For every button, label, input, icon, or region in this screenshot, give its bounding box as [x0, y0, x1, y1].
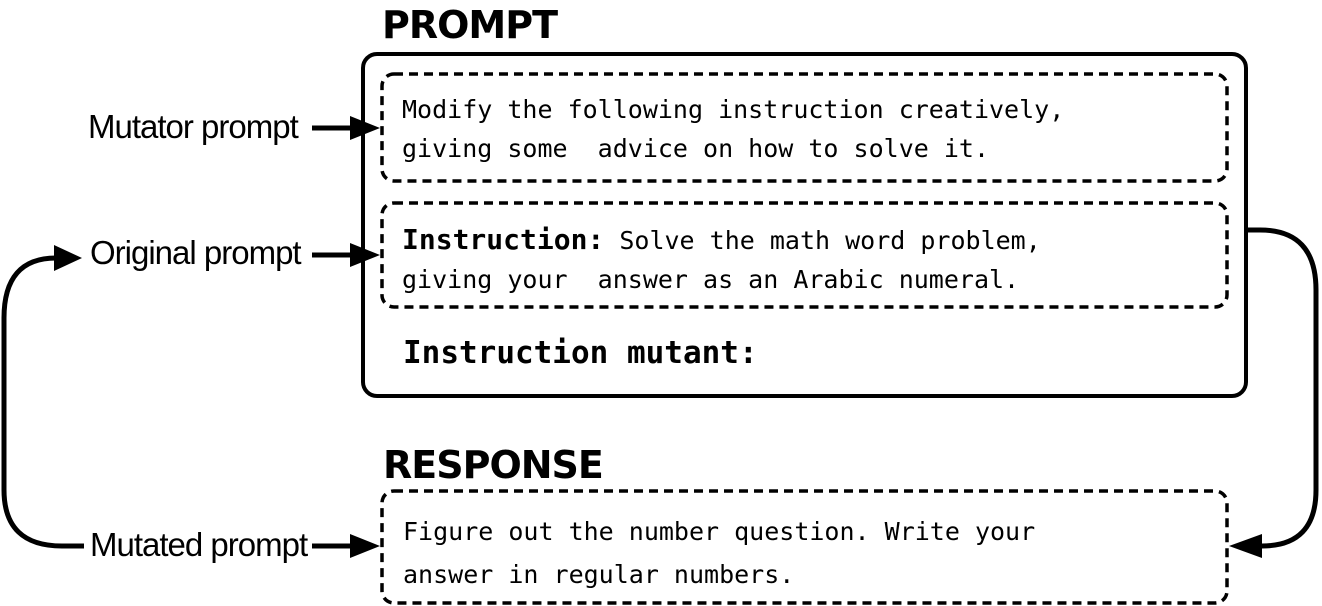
- instruction-text-line-1: Solve the math word problem,: [604, 226, 1041, 255]
- original-prompt-text: Instruction: Solve the math word problem…: [402, 220, 1041, 299]
- mutated-arrow: [312, 534, 380, 558]
- instruction-label: Instruction:: [402, 223, 605, 256]
- mutated-prompt-label: Mutated prompt: [90, 526, 308, 563]
- mutator-arrow: [312, 116, 380, 140]
- mutator-prompt-label: Mutator prompt: [88, 108, 299, 145]
- mutator-text-line-2: giving some advice on how to solve it.: [402, 134, 989, 163]
- original-arrow: [312, 243, 380, 267]
- response-text-line-1: Figure out the number question. Write yo…: [403, 517, 1036, 546]
- response-text-line-2: answer in regular numbers.: [403, 560, 795, 589]
- mutator-prompt-text: Modify the following instruction creativ…: [402, 90, 1064, 168]
- response-text: Figure out the number question. Write yo…: [403, 510, 1035, 596]
- instruction-text-line-2: giving your answer as an Arabic numeral.: [402, 265, 1020, 294]
- mutator-text-line-1: Modify the following instruction creativ…: [402, 95, 1065, 124]
- response-heading: RESPONSE: [383, 443, 604, 487]
- instruction-mutant-label: Instruction mutant:: [403, 335, 758, 371]
- prompt-heading: PROMPT: [382, 3, 558, 47]
- original-prompt-label: Original prompt: [90, 234, 302, 271]
- mutated-to-original-loop-arrow: [1, 245, 84, 549]
